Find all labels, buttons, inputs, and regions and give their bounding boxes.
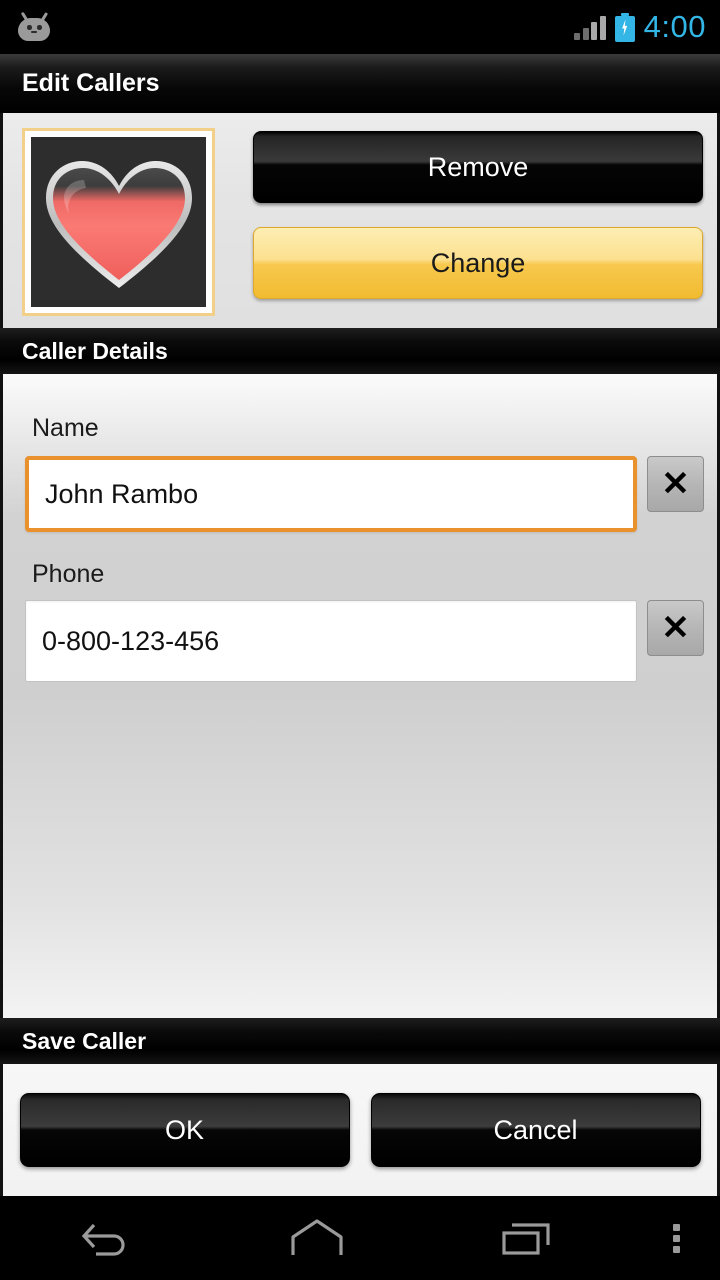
avatar-actions: Remove Change (253, 131, 703, 299)
signal-bars-icon (574, 14, 606, 40)
page-title: Edit Callers (22, 69, 160, 97)
recent-apps-icon (502, 1223, 550, 1255)
phone-field-row: 0-800-123-456 ✕ (25, 600, 704, 682)
caller-details-header-label: Caller Details (22, 337, 168, 364)
phone-input[interactable]: 0-800-123-456 (25, 600, 637, 682)
dialog-actions: OK Cancel (0, 1064, 720, 1196)
home-icon (291, 1219, 343, 1255)
remove-button[interactable]: Remove (253, 131, 703, 203)
avatar-image-container (31, 137, 206, 307)
app-title-bar: Edit Callers (0, 54, 720, 113)
heart-avatar-icon (45, 161, 192, 289)
status-indicators: 4:00 (574, 9, 706, 45)
nav-overflow-menu-button[interactable] (634, 1220, 720, 1257)
cancel-button[interactable]: Cancel (370, 1093, 701, 1167)
nav-recents-button[interactable] (423, 1215, 634, 1261)
name-input[interactable]: John Rambo (25, 456, 637, 532)
name-field-row: John Rambo ✕ (25, 456, 704, 532)
clear-name-button[interactable]: ✕ (647, 456, 704, 512)
ok-button[interactable]: OK (19, 1093, 350, 1167)
phone-label: Phone (32, 560, 105, 588)
avatar[interactable] (22, 128, 215, 316)
avatar-panel: Remove Change (0, 113, 720, 328)
back-arrow-icon (81, 1223, 125, 1256)
name-label: Name (32, 414, 99, 442)
status-bar: 4:00 (0, 0, 720, 54)
nav-back-button[interactable] (0, 1217, 211, 1259)
system-navigation-bar (0, 1196, 720, 1280)
save-caller-header: Save Caller (0, 1018, 720, 1064)
nav-home-button[interactable] (211, 1215, 422, 1261)
android-mascot-icon (14, 11, 54, 43)
caller-details-header: Caller Details (0, 328, 720, 374)
caller-details-form: Name John Rambo ✕ Phone 0-800-123-456 ✕ (0, 374, 720, 1018)
overflow-menu-icon (673, 1220, 681, 1257)
status-clock: 4:00 (643, 9, 706, 44)
battery-charging-icon (614, 12, 635, 42)
phone-screen: 4:00 Edit Callers Remove Change Caller D… (0, 0, 720, 1280)
save-caller-header-label: Save Caller (22, 1027, 147, 1054)
change-button[interactable]: Change (253, 227, 703, 299)
clear-phone-button[interactable]: ✕ (647, 600, 704, 656)
